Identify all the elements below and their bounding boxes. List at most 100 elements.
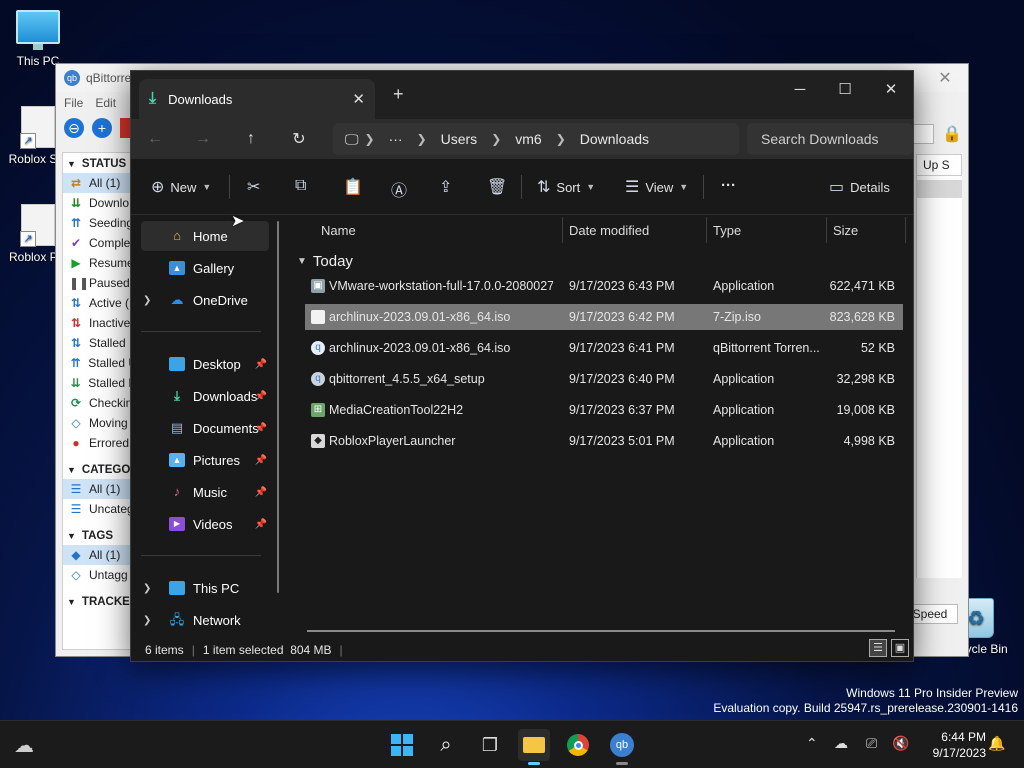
menu-file[interactable]: File bbox=[64, 96, 83, 110]
new-button[interactable]: ⊕ New ▼ bbox=[151, 177, 211, 197]
filter-status-paused[interactable]: ❚❚ Paused bbox=[63, 273, 137, 293]
nav-item-downloads[interactable]: ⤓ Downloads 📌 bbox=[141, 381, 269, 411]
tags-section-header[interactable]: ▼ TAGS bbox=[63, 525, 137, 545]
filter-category-all[interactable]: ☰ All (1) bbox=[63, 479, 137, 499]
search-button[interactable]: ⌕ bbox=[430, 729, 462, 761]
details-view-button[interactable]: ☰ bbox=[869, 639, 887, 657]
filter-status-all[interactable]: ⇄ All (1) bbox=[63, 173, 137, 193]
minimize-button[interactable]: ─ bbox=[777, 75, 823, 105]
group-header-today[interactable]: ▼ Today bbox=[297, 247, 353, 275]
notification-bell-icon[interactable]: 🔔 bbox=[988, 735, 1005, 752]
explorer-titlebar[interactable]: ⤓ Downloads ✕ + ─ ☐ ✕ bbox=[131, 71, 913, 119]
column-header-upload-speed[interactable]: Up S bbox=[916, 154, 962, 176]
add-torrent-icon[interactable]: + bbox=[92, 118, 112, 138]
horizontal-scrollbar[interactable] bbox=[307, 630, 895, 632]
view-button[interactable]: ☰ View ▼ bbox=[625, 177, 688, 197]
table-row[interactable]: archlinux-2023.09.01-x86_64.iso 9/17/202… bbox=[305, 304, 903, 330]
filter-status-completed[interactable]: ✔ Comple bbox=[63, 233, 137, 253]
delete-torrent-icon[interactable] bbox=[120, 118, 130, 138]
nav-item-onedrive[interactable]: ❯ ☁ OneDrive bbox=[141, 285, 269, 315]
filter-tag-untagged[interactable]: ◇ Untagg bbox=[63, 565, 137, 585]
status-section-header[interactable]: ▼ STATUS bbox=[63, 153, 137, 173]
share-button[interactable]: ⇪ bbox=[439, 177, 452, 197]
breadcrumb-users[interactable]: Users bbox=[441, 131, 478, 147]
nav-item-this-pc[interactable]: ❯ This PC bbox=[141, 573, 269, 603]
breadcrumb-vm6[interactable]: vm6 bbox=[515, 131, 541, 147]
start-button[interactable] bbox=[386, 729, 418, 761]
filter-status-stalled[interactable]: ⇅ Stalled bbox=[63, 333, 137, 353]
volume-muted-icon[interactable]: 🔇 bbox=[892, 735, 909, 752]
nav-item-network[interactable]: ❯ 🖧 Network bbox=[141, 605, 269, 635]
add-torrent-link-icon[interactable]: ⊖ bbox=[64, 118, 84, 138]
breadcrumb-downloads[interactable]: Downloads bbox=[580, 131, 649, 147]
rename-button[interactable]: Ⓐ bbox=[391, 177, 407, 201]
file-explorer-taskbar-button[interactable] bbox=[518, 729, 550, 765]
lock-icon[interactable]: 🔒 bbox=[942, 124, 962, 144]
qbittorrent-close-button[interactable]: ✕ bbox=[928, 68, 962, 90]
filter-status-inactive[interactable]: ⇅ Inactive bbox=[63, 313, 137, 333]
weather-widget-icon[interactable]: ☁ bbox=[8, 729, 40, 761]
nav-item-home[interactable]: ⌂ Home bbox=[141, 221, 269, 251]
trackers-section-header[interactable]: ▼ TRACKER bbox=[63, 591, 137, 611]
search-input[interactable]: Search Downloads bbox=[747, 123, 913, 155]
table-row[interactable] bbox=[917, 180, 962, 198]
table-row[interactable]: ⊞ MediaCreationTool22H2 9/17/2023 6:37 P… bbox=[305, 397, 903, 423]
filter-status-active[interactable]: ⇅ Active ( bbox=[63, 293, 137, 313]
qbittorrent-taskbar-button[interactable]: qb bbox=[606, 729, 638, 765]
back-button[interactable]: ← bbox=[131, 130, 179, 148]
filter-status-errored[interactable]: ● Errored bbox=[63, 433, 137, 453]
table-row[interactable]: ▣ VMware-workstation-full-17.0.0-2080027… bbox=[305, 273, 903, 299]
tiles-view-button[interactable]: ▣ bbox=[891, 639, 909, 657]
forward-button[interactable]: → bbox=[179, 130, 227, 148]
menu-edit[interactable]: Edit bbox=[95, 96, 116, 110]
nav-item-gallery[interactable]: ▲ Gallery bbox=[141, 253, 269, 283]
navigation-scrollbar[interactable] bbox=[277, 221, 279, 593]
filter-status-resumed[interactable]: ▶ Resume bbox=[63, 253, 137, 273]
filter-status-downloading[interactable]: ⇊ Downlo bbox=[63, 193, 137, 213]
up-button[interactable]: ↑ bbox=[227, 130, 275, 148]
filter-status-moving[interactable]: ◇ Moving bbox=[63, 413, 137, 433]
chevron-right-icon[interactable]: ❯ bbox=[143, 583, 155, 594]
show-hidden-icons-button[interactable]: ⌃ bbox=[806, 735, 818, 752]
nav-item-music[interactable]: ♪ Music 📌 bbox=[141, 477, 269, 507]
file-explorer-window[interactable]: ⤓ Downloads ✕ + ─ ☐ ✕ ← → ↑ ↻ 🖵 ❯ ··· ❯ … bbox=[130, 70, 914, 662]
column-header-type[interactable]: Type bbox=[713, 215, 825, 247]
chrome-taskbar-button[interactable] bbox=[562, 729, 594, 761]
column-header-date-modified[interactable]: Date modified bbox=[569, 215, 707, 247]
close-window-button[interactable]: ✕ bbox=[868, 75, 914, 105]
nav-item-videos[interactable]: ▶ Videos 📌 bbox=[141, 509, 269, 539]
table-row[interactable]: q qbittorrent_4.5.5_x64_setup 9/17/2023 … bbox=[305, 366, 903, 392]
chevron-right-icon[interactable]: ❯ bbox=[143, 615, 155, 626]
table-row[interactable]: q archlinux-2023.09.01-x86_64.iso 9/17/2… bbox=[305, 335, 903, 361]
copy-button[interactable]: ⧉ bbox=[295, 177, 306, 195]
address-bar[interactable]: 🖵 ❯ ··· ❯ Users ❯ vm6 ❯ Downloads bbox=[333, 123, 739, 155]
tab-downloads[interactable]: ⤓ Downloads ✕ bbox=[139, 79, 375, 119]
filter-status-checking[interactable]: ⟳ Checkin bbox=[63, 393, 137, 413]
see-more-button[interactable]: ··· bbox=[721, 177, 736, 194]
onedrive-tray-icon[interactable]: ☁ bbox=[834, 735, 848, 752]
filter-status-seeding[interactable]: ⇈ Seeding bbox=[63, 213, 137, 233]
filter-tag-all[interactable]: ◆ All (1) bbox=[63, 545, 137, 565]
column-header-size[interactable]: Size bbox=[833, 215, 903, 247]
categories-section-header[interactable]: ▼ CATEGO bbox=[63, 459, 137, 479]
sort-button[interactable]: ⇅ Sort ▼ bbox=[537, 177, 595, 197]
table-row[interactable]: ◆ RobloxPlayerLauncher 9/17/2023 5:01 PM… bbox=[305, 428, 903, 454]
qbittorrent-filter-input[interactable] bbox=[912, 124, 934, 144]
task-view-button[interactable]: ❐ bbox=[474, 729, 506, 761]
maximize-button[interactable]: ☐ bbox=[822, 75, 868, 105]
chevron-right-icon[interactable]: ❯ bbox=[143, 295, 155, 306]
network-tray-icon[interactable]: ⎚ bbox=[866, 735, 877, 752]
new-tab-button[interactable]: + bbox=[393, 84, 404, 105]
refresh-button[interactable]: ↻ bbox=[275, 129, 323, 149]
nav-item-documents[interactable]: ▤ Documents 📌 bbox=[141, 413, 269, 443]
desktop-icon-this-pc[interactable]: This PC bbox=[0, 10, 76, 68]
close-tab-icon[interactable]: ✕ bbox=[352, 90, 365, 108]
breadcrumb-more[interactable]: ··· bbox=[389, 131, 403, 147]
delete-button[interactable]: 🗑 bbox=[487, 177, 507, 197]
details-pane-button[interactable]: ▭ Details bbox=[829, 177, 890, 197]
column-header-name[interactable]: Name bbox=[321, 215, 561, 247]
clock[interactable]: 6:44 PM 9/17/2023 bbox=[933, 729, 986, 761]
nav-item-desktop[interactable]: Desktop 📌 bbox=[141, 349, 269, 379]
filter-status-stalled-uploading[interactable]: ⇈ Stalled U bbox=[63, 353, 137, 373]
filter-status-stalled-downloading[interactable]: ⇊ Stalled D bbox=[63, 373, 137, 393]
